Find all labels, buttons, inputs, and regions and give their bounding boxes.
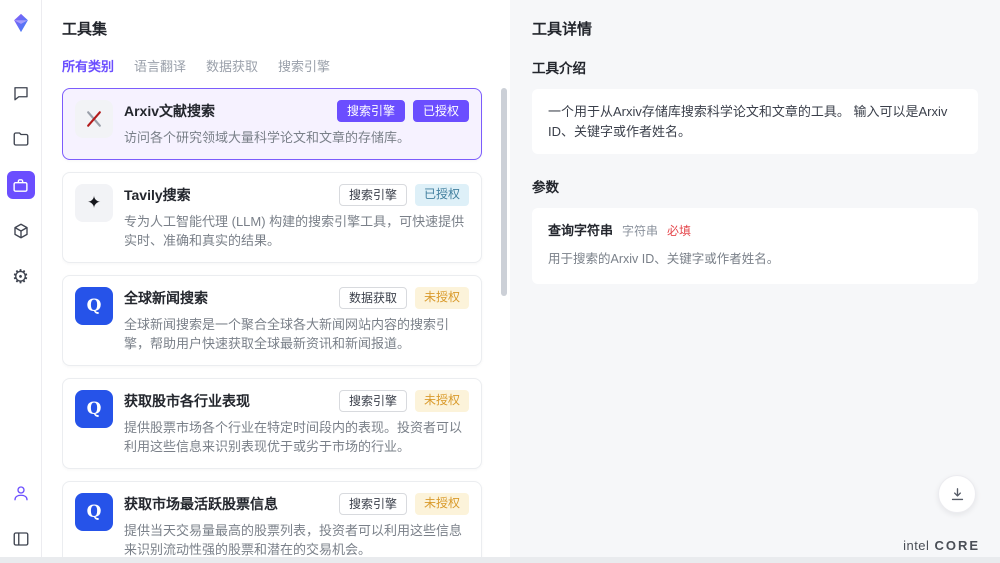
- tool-description: 访问各个研究领域大量科学论文和文章的存储库。: [124, 128, 469, 148]
- auth-status-badge: 未授权: [415, 390, 469, 412]
- category-badge: 搜索引擎: [337, 100, 405, 122]
- tool-title: 全球新闻搜索: [124, 288, 208, 308]
- category-badge: 搜索引擎: [339, 390, 407, 412]
- category-badge: 搜索引擎: [339, 493, 407, 515]
- detail-title: 工具详情: [532, 18, 978, 39]
- app-logo-icon: [10, 12, 32, 39]
- scrollbar-track: [501, 88, 507, 553]
- auth-status-badge: 未授权: [415, 287, 469, 309]
- app-window: ⚙ 工具集 所有类别 语言翻译 数据获取 搜索引擎: [0, 0, 1000, 563]
- category-badge: 搜索引擎: [339, 184, 407, 206]
- param-description: 用于搜索的Arxiv ID、关键字或作者姓名。: [548, 250, 962, 269]
- tab-translation[interactable]: 语言翻译: [134, 56, 186, 75]
- tool-description: 提供股票市场各个行业在特定时间段内的表现。投资者可以利用这些信息来识别表现优于或…: [124, 418, 469, 457]
- category-tabs: 所有类别 语言翻译 数据获取 搜索引擎: [62, 56, 494, 75]
- tool-title: Tavily搜索: [124, 185, 191, 205]
- tool-card-most-active-stocks[interactable]: Q 获取市场最活跃股票信息 搜索引擎 未授权 提供当天交易量最高的股票列表，投资…: [62, 481, 482, 561]
- auth-status-badge: 未授权: [415, 493, 469, 515]
- tab-search-engine[interactable]: 搜索引擎: [278, 56, 330, 75]
- intro-card: 一个用于从Arxiv存储库搜索科学论文和文章的工具。 输入可以是Arxiv ID…: [532, 89, 978, 154]
- param-required-flag: 必填: [667, 222, 691, 240]
- tool-detail-panel: 工具详情 工具介绍 一个用于从Arxiv存储库搜索科学论文和文章的工具。 输入可…: [510, 0, 1000, 563]
- tool-list-panel: 工具集 所有类别 语言翻译 数据获取 搜索引擎 Arxiv文献搜索: [42, 0, 510, 563]
- param-type: 字符串: [622, 222, 658, 240]
- tavily-star-icon: ✦: [75, 184, 113, 222]
- intro-text: 一个用于从Arxiv存储库搜索科学论文和文章的工具。 输入可以是Arxiv ID…: [548, 104, 947, 139]
- toolbox-icon[interactable]: [7, 171, 35, 199]
- auth-status-badge: 已授权: [413, 100, 469, 122]
- param-card: 查询字符串 字符串 必填 用于搜索的Arxiv ID、关键字或作者姓名。: [532, 208, 978, 284]
- intro-heading: 工具介绍: [532, 57, 978, 77]
- tool-description: 全球新闻搜索是一个聚合全球各大新闻网站内容的搜索引擎，帮助用户快速获取全球最新资…: [124, 315, 469, 354]
- tab-all-categories[interactable]: 所有类别: [62, 56, 114, 75]
- chat-icon[interactable]: [7, 79, 35, 107]
- tool-card-tavily[interactable]: ✦ Tavily搜索 搜索引擎 已授权 专为人工智能代理 (LLM) 构建的搜索…: [62, 172, 482, 263]
- folder-icon[interactable]: [7, 125, 35, 153]
- intel-core-logo: intel CORE: [903, 538, 980, 553]
- window-bottom-edge: [0, 557, 1000, 563]
- scrollbar-thumb[interactable]: [501, 88, 507, 296]
- page-title: 工具集: [62, 18, 494, 39]
- auth-status-badge: 已授权: [415, 184, 469, 206]
- news-service-icon: Q: [75, 287, 113, 325]
- tool-title: 获取股市各行业表现: [124, 391, 250, 411]
- icon-rail: ⚙: [0, 0, 42, 563]
- stock-service-icon: Q: [75, 493, 113, 531]
- param-name: 查询字符串: [548, 221, 613, 241]
- tool-title: Arxiv文献搜索: [124, 101, 215, 121]
- tool-title: 获取市场最活跃股票信息: [124, 494, 278, 514]
- collapse-panel-icon[interactable]: [7, 525, 35, 553]
- download-button[interactable]: [938, 475, 976, 513]
- tool-description: 提供当天交易量最高的股票列表，投资者可以利用这些信息来识别流动性强的股票和潜在的…: [124, 521, 469, 560]
- tool-card-sector-performance[interactable]: Q 获取股市各行业表现 搜索引擎 未授权 提供股票市场各个行业在特定时间段内的表…: [62, 378, 482, 469]
- tool-card-list: Arxiv文献搜索 搜索引擎 已授权 访问各个研究领域大量科学论文和文章的存储库…: [62, 88, 494, 560]
- arxiv-logo-icon: [75, 100, 113, 138]
- tab-data-fetch[interactable]: 数据获取: [206, 56, 258, 75]
- account-icon[interactable]: [7, 479, 35, 507]
- package-icon[interactable]: [7, 217, 35, 245]
- params-heading: 参数: [532, 176, 978, 196]
- tool-description: 专为人工智能代理 (LLM) 构建的搜索引擎工具，可快速提供实时、准确和真实的结…: [124, 212, 469, 251]
- stock-service-icon: Q: [75, 390, 113, 428]
- category-badge: 数据获取: [339, 287, 407, 309]
- settings-gear-icon[interactable]: ⚙: [7, 263, 35, 291]
- tool-card-global-news[interactable]: Q 全球新闻搜索 数据获取 未授权 全球新闻搜索是一个聚合全球各大新闻网站内容的…: [62, 275, 482, 366]
- tool-card-arxiv[interactable]: Arxiv文献搜索 搜索引擎 已授权 访问各个研究领域大量科学论文和文章的存储库…: [62, 88, 482, 160]
